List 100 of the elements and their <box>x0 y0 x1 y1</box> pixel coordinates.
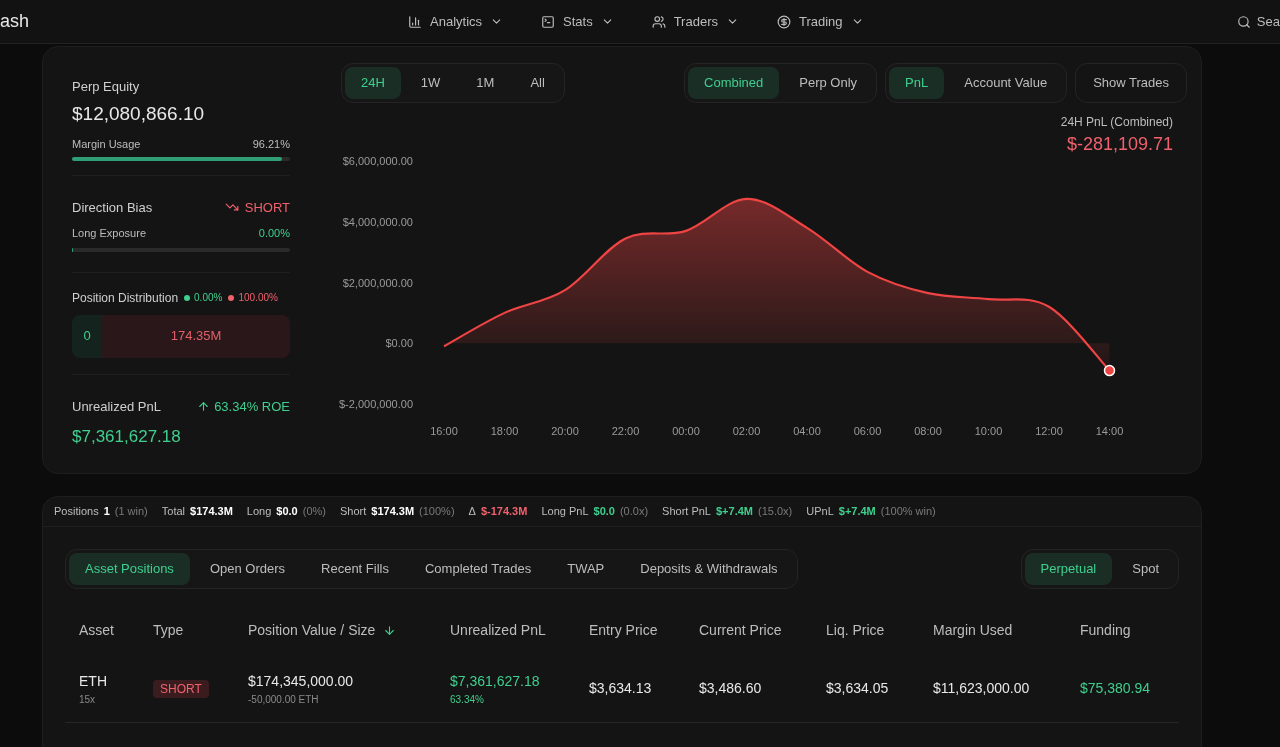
toggle-tab[interactable]: Asset Positions <box>69 553 190 585</box>
roe-value: 63.34% ROE <box>214 397 290 416</box>
toggle-tab[interactable]: Perp Only <box>783 67 874 99</box>
toggle-tab[interactable]: Completed Trades <box>408 553 548 585</box>
size-text: -50,000.00 ETH <box>248 692 320 707</box>
nav-menu[interactable]: Stats <box>541 11 614 32</box>
stat-value: $0.0 <box>593 504 615 520</box>
column-header[interactable]: Liq. Price <box>826 619 885 641</box>
bias-value: SHORT <box>244 198 290 217</box>
short-segment: 174.35M <box>102 314 290 358</box>
stat-label: UPnL <box>806 504 834 520</box>
y-axis-label: $0.00 <box>385 337 413 350</box>
toggle-tab[interactable]: 24H <box>345 67 401 99</box>
column-header[interactable]: Margin Used <box>933 619 1013 641</box>
toggle-tab[interactable]: Open Orders <box>193 553 302 585</box>
toggle-tab[interactable]: 1M <box>460 67 511 99</box>
table-cell-text: ETH <box>79 671 108 691</box>
stat-value: $-174.3M <box>480 504 528 520</box>
stat-value: 100.00% <box>238 291 278 305</box>
x-axis-label: 18:00 <box>490 425 519 437</box>
column-header[interactable]: Current Price <box>699 619 782 641</box>
toggle-tab[interactable]: Account Value <box>948 67 1064 99</box>
toggle-tab[interactable]: Combined <box>688 67 780 99</box>
long-segment: 0 <box>72 314 102 358</box>
table-cell-text: $3,486.60 <box>699 679 763 698</box>
y-axis-label: $-2,000,000.00 <box>339 398 413 410</box>
search-icon <box>1236 14 1251 29</box>
pnl-value: $-281,109.71 <box>1066 133 1173 156</box>
toggle-tab[interactable]: 1W <box>404 67 457 99</box>
dollar-icon <box>776 14 791 29</box>
x-axis-label: 00:00 <box>672 425 700 437</box>
x-axis-label: 16:00 <box>430 425 458 437</box>
stat-label: Δ <box>468 504 476 520</box>
toggle-tab[interactable]: Deposits & Withdrawals <box>624 553 794 585</box>
toggle-tab[interactable]: All <box>514 67 561 99</box>
toggle-tab[interactable]: Spot <box>1116 553 1175 585</box>
upnl-value: $7,361,627.18 <box>72 426 182 448</box>
table-cell-text: $3,634.05 <box>826 679 890 698</box>
table-cell-text: $3,634.13 <box>589 679 653 698</box>
stat-value: $+7.4M <box>716 504 753 520</box>
y-axis-label: $6,000,000.00 <box>342 155 413 167</box>
y-axis-label: $4,000,000.00 <box>342 215 413 228</box>
column-header[interactable]: Position Value / Size <box>248 619 397 641</box>
sort-arrow-icon <box>383 623 397 637</box>
stat-label: Short PnL <box>662 504 711 520</box>
stat-note: (100% win) <box>880 504 936 520</box>
arrow-up-icon <box>197 399 211 413</box>
stat-label: Positions <box>54 504 99 520</box>
x-axis-label: 12:00 <box>1035 425 1063 437</box>
stat-note: (0%) <box>302 504 326 520</box>
end-point-marker <box>1103 364 1116 377</box>
stat-value: $174.3M <box>371 504 415 520</box>
stat-value: 0.00% <box>194 291 223 305</box>
stat-label: Margin Usage <box>72 137 141 152</box>
stat-value: 96.21% <box>252 137 290 152</box>
stat-value: 1 <box>103 504 110 520</box>
leverage-text: 15x <box>79 692 97 707</box>
show-trades-button[interactable]: Show Trades <box>1075 63 1187 103</box>
pnl-percent: 63.34% <box>450 692 485 707</box>
table-cell-text: $75,380.94 <box>1080 679 1152 698</box>
toggle-tab[interactable]: Perpetual <box>1024 553 1113 585</box>
stat-note: (15.0x) <box>758 504 793 520</box>
stat-label: Direction Bias <box>72 198 153 217</box>
stat-note: (1 win) <box>114 504 148 520</box>
terminal-icon <box>541 14 556 29</box>
nav-menu[interactable]: Analytics <box>408 11 504 32</box>
stat-value: $174.3M <box>190 504 233 520</box>
side-badge: SHORT <box>153 680 209 698</box>
users-icon <box>651 14 666 29</box>
column-header[interactable]: Funding <box>1080 619 1131 641</box>
nav-menu[interactable]: Traders <box>651 11 739 32</box>
column-header[interactable]: Type <box>153 619 184 641</box>
x-axis-label: 06:00 <box>853 425 882 437</box>
logo-text[interactable]: ash <box>0 8 400 35</box>
stat-note: (0.0x) <box>619 504 649 520</box>
toggle-tab[interactable]: TWAP <box>551 553 621 585</box>
x-axis-label: 14:00 <box>1095 425 1124 437</box>
stat-label: Long Exposure <box>72 226 146 241</box>
x-axis-label: 02:00 <box>732 425 761 437</box>
x-axis-label: 04:00 <box>793 425 821 437</box>
search-button[interactable]: Sea <box>1228 11 1280 32</box>
x-axis-label: 08:00 <box>914 425 942 437</box>
stat-value: 0.00% <box>258 226 290 241</box>
nav-menu[interactable]: Trading <box>776 11 864 32</box>
bar-chart-icon <box>408 14 422 29</box>
column-header[interactable]: Unrealized PnL <box>450 619 546 641</box>
stat-note: (100%) <box>419 504 455 520</box>
x-axis-label: 22:00 <box>611 425 640 437</box>
stat-label: Short <box>340 504 367 520</box>
column-header[interactable]: Entry Price <box>589 619 658 641</box>
stat-value: $0.0 <box>276 504 298 520</box>
table-cell-text: $174,345,000.00 <box>248 671 355 691</box>
toggle-tab[interactable]: PnL <box>889 67 945 99</box>
column-header[interactable]: Asset <box>79 619 114 641</box>
stat-label: Position Distribution <box>72 289 179 307</box>
equity-value: $12,080,866.10 <box>72 101 206 126</box>
pnl-title: 24H PnL (Combined) <box>1060 114 1173 131</box>
toggle-tab[interactable]: Recent Fills <box>305 553 405 585</box>
y-axis-label: $2,000,000.00 <box>342 276 413 289</box>
stat-label: Perp Equity <box>72 78 141 96</box>
